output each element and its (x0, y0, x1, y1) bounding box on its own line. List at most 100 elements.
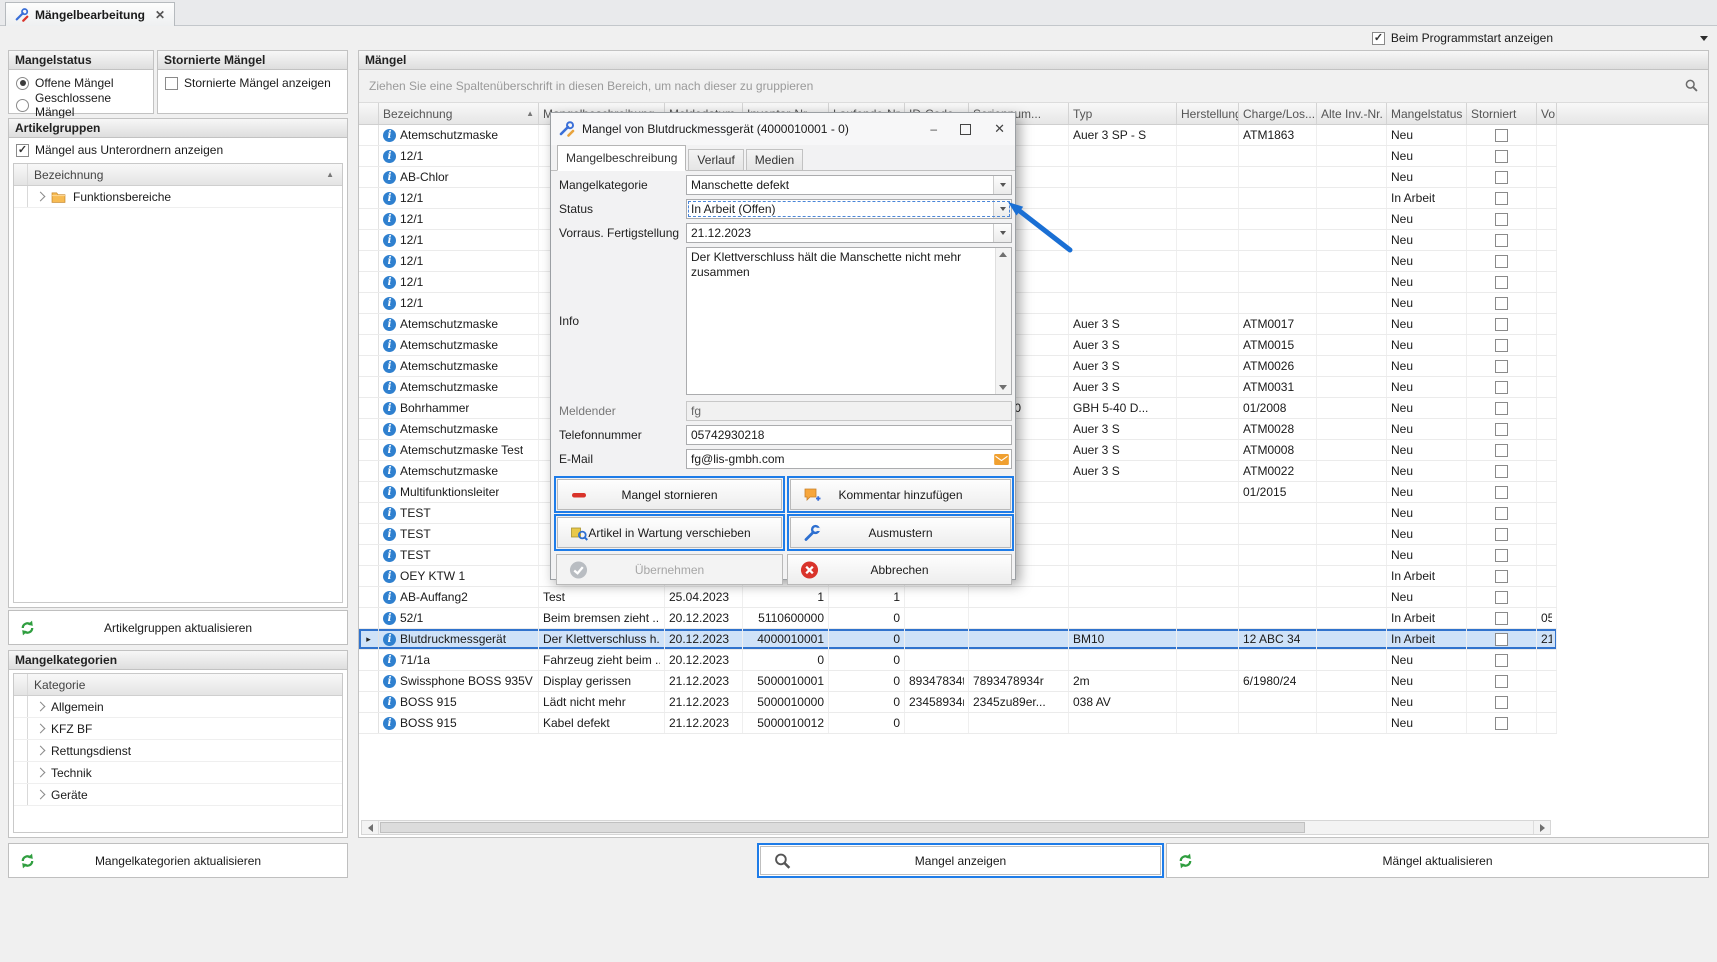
scroll-left-button[interactable] (362, 821, 379, 834)
info-icon[interactable]: i (383, 297, 396, 310)
chevron-right-icon[interactable] (36, 790, 46, 800)
storniert-checkbox[interactable] (1495, 612, 1508, 625)
tab-mangelbeschreibung[interactable]: Mangelbeschreibung (557, 145, 686, 171)
storniert-checkbox[interactable] (1495, 213, 1508, 226)
column-header[interactable]: Alte Inv.-Nr. (1317, 103, 1387, 124)
scroll-up-icon[interactable] (999, 252, 1007, 257)
column-header[interactable]: Storniert (1467, 103, 1537, 124)
dialog-titlebar[interactable]: Mangel von Blutdruckmessgerät (400001000… (551, 113, 1015, 145)
info-icon[interactable]: i (383, 318, 396, 331)
storniert-checkbox[interactable] (1495, 129, 1508, 142)
storniert-checkbox[interactable] (1495, 675, 1508, 688)
chevron-right-icon[interactable] (36, 746, 46, 756)
dropdown-arrow-icon[interactable] (993, 224, 1011, 242)
info-icon[interactable]: i (383, 696, 396, 709)
info-icon[interactable]: i (383, 402, 396, 415)
column-header[interactable]: Vo (1537, 103, 1557, 124)
info-icon[interactable]: i (383, 465, 396, 478)
storniert-checkbox[interactable] (1495, 150, 1508, 163)
tree-item[interactable]: Geräte (14, 784, 342, 806)
scroll-down-icon[interactable] (999, 385, 1007, 390)
chevron-right-icon[interactable] (36, 768, 46, 778)
column-header[interactable]: Herstellung... (1177, 103, 1239, 124)
info-icon[interactable]: i (383, 528, 396, 541)
table-row[interactable]: ▸iBlutdruckmessgerätDer Klettverschluss … (359, 629, 1557, 650)
storniert-checkbox[interactable] (1495, 255, 1508, 268)
info-icon[interactable]: i (383, 549, 396, 562)
chevron-right-icon[interactable] (36, 702, 46, 712)
storniert-checkbox[interactable] (1495, 717, 1508, 730)
info-icon[interactable]: i (383, 507, 396, 520)
table-row[interactable]: i71/1aFahrzeug zieht beim ...20.12.20230… (359, 650, 1557, 671)
storniert-checkbox[interactable] (1495, 507, 1508, 520)
chevron-down-icon[interactable] (1700, 36, 1708, 41)
info-icon[interactable]: i (383, 255, 396, 268)
info-icon[interactable]: i (383, 381, 396, 394)
info-icon[interactable]: i (383, 570, 396, 583)
storniert-checkbox[interactable] (1495, 318, 1508, 331)
storniert-checkbox[interactable] (1495, 633, 1508, 646)
info-icon[interactable]: i (383, 360, 396, 373)
info-icon[interactable]: i (383, 150, 396, 163)
table-row[interactable]: iAB-Auffang2Test25.04.202311Neu (359, 587, 1557, 608)
chevron-right-icon[interactable] (36, 192, 46, 202)
mangel-stornieren-button[interactable]: Mangel stornieren (557, 479, 782, 510)
telefonnummer-field[interactable]: 05742930218 (686, 425, 1012, 445)
table-row[interactable]: iBOSS 915Lädt nicht mehr21.12.2023500001… (359, 692, 1557, 713)
info-icon[interactable]: i (383, 591, 396, 604)
tab-verlauf[interactable]: Verlauf (688, 149, 743, 170)
maengel-aktualisieren-button[interactable]: Mängel aktualisieren (1166, 843, 1709, 878)
storniert-checkbox[interactable] (1495, 171, 1508, 184)
tree-item[interactable]: KFZ BF (14, 718, 342, 740)
email-field[interactable]: fg@lis-gmbh.com (686, 449, 1012, 469)
column-header[interactable]: Mangelstatus (1387, 103, 1467, 124)
close-icon[interactable]: ✕ (994, 121, 1005, 137)
mangel-anzeigen-button[interactable]: Mangel anzeigen (760, 846, 1161, 875)
tab-maengelbearbeitung[interactable]: Mängelbearbeitung ✕ (5, 2, 175, 26)
storniert-checkbox[interactable] (1495, 402, 1508, 415)
tab-close-icon[interactable]: ✕ (155, 8, 165, 22)
storniert-checkbox[interactable] (1495, 444, 1508, 457)
abbrechen-button[interactable]: Abbrechen (787, 554, 1012, 585)
scrollbar-thumb[interactable] (380, 822, 1305, 833)
storniert-checkbox[interactable] (1495, 276, 1508, 289)
tab-medien[interactable]: Medien (746, 149, 803, 170)
info-icon[interactable]: i (383, 339, 396, 352)
maximize-icon[interactable] (960, 124, 971, 135)
status-select[interactable]: In Arbeit (Offen) (686, 199, 1012, 219)
info-icon[interactable]: i (383, 633, 396, 646)
fertigstellung-select[interactable]: 21.12.2023 (686, 223, 1012, 243)
tree-item[interactable]: Allgemein (14, 696, 342, 718)
storniert-checkbox[interactable] (1495, 549, 1508, 562)
storniert-checkbox[interactable] (1495, 360, 1508, 373)
storniert-checkbox[interactable] (1495, 234, 1508, 247)
info-icon[interactable]: i (383, 444, 396, 457)
storniert-checkbox[interactable] (1495, 381, 1508, 394)
radio-icon[interactable] (16, 99, 29, 112)
scrollbar-track[interactable] (379, 821, 1533, 834)
info-icon[interactable]: i (383, 276, 396, 289)
info-icon[interactable]: i (383, 213, 396, 226)
storniert-checkbox[interactable] (1495, 696, 1508, 709)
checkbox-stornierte-anzeigen[interactable]: Stornierte Mängel anzeigen (165, 75, 340, 91)
storniert-checkbox[interactable] (1495, 192, 1508, 205)
horizontal-scrollbar[interactable] (361, 820, 1551, 835)
vertical-scrollbar[interactable] (995, 248, 1011, 394)
minimize-icon[interactable]: – (930, 122, 937, 136)
info-icon[interactable]: i (383, 129, 396, 142)
dropdown-arrow-icon[interactable] (993, 176, 1011, 194)
mangelkategorien-refresh-button[interactable]: Mangelkategorien aktualisieren (8, 843, 348, 878)
storniert-checkbox[interactable] (1495, 465, 1508, 478)
dropdown-arrow-icon[interactable] (993, 200, 1011, 218)
info-icon[interactable]: i (383, 717, 396, 730)
artikel-in-wartung-button[interactable]: Artikel in Wartung verschieben (557, 517, 782, 548)
ausmustern-button[interactable]: Ausmustern (790, 517, 1011, 548)
radio-icon[interactable] (16, 77, 29, 90)
tree-item[interactable]: Rettungsdienst (14, 740, 342, 762)
scroll-right-button[interactable] (1533, 821, 1550, 834)
storniert-checkbox[interactable] (1495, 654, 1508, 667)
radio-geschlossene-maengel[interactable]: Geschlossene Mängel (16, 97, 146, 113)
storniert-checkbox[interactable] (1495, 570, 1508, 583)
checkbox-icon[interactable] (165, 77, 178, 90)
info-icon[interactable]: i (383, 675, 396, 688)
